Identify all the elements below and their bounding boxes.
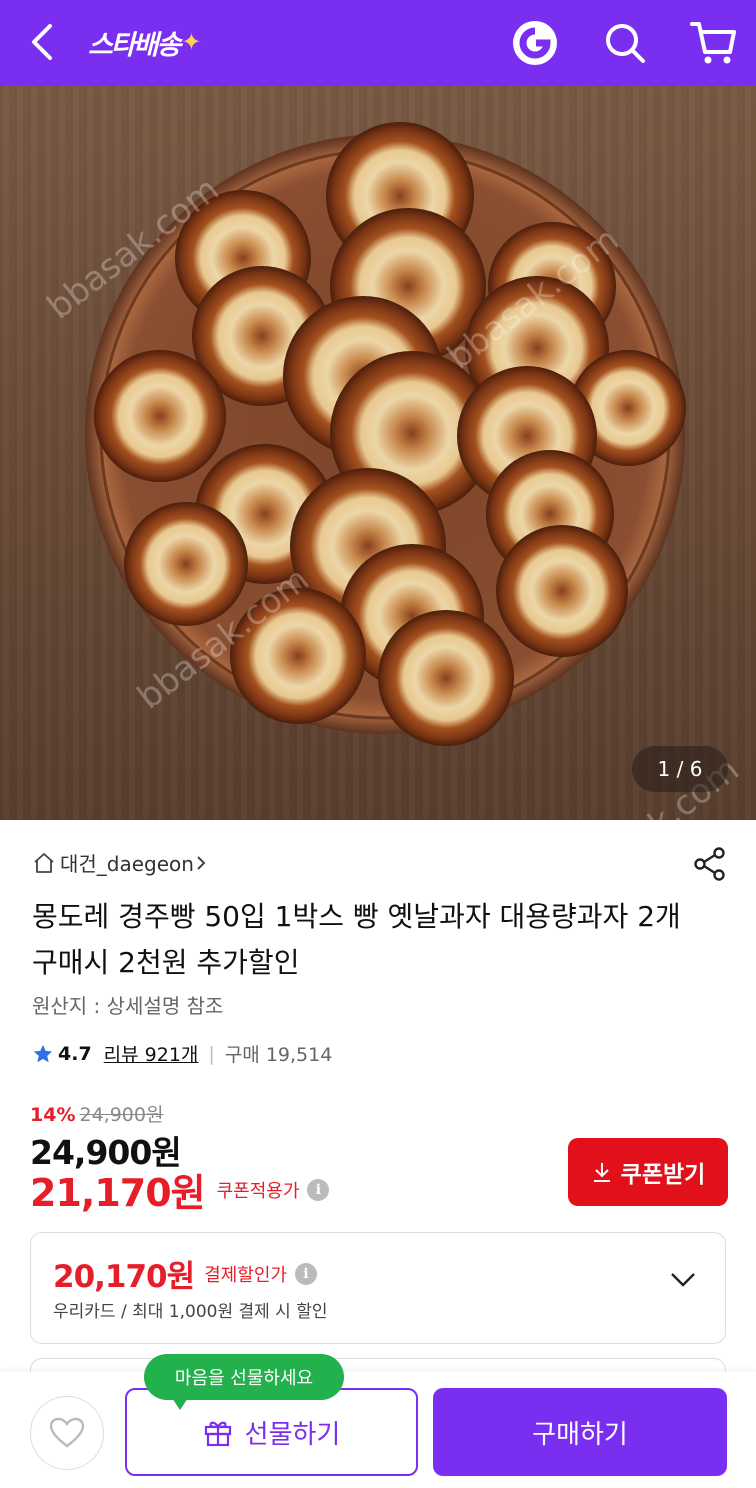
star-delivery-logo[interactable]: 스타배송 ✦ — [88, 22, 201, 62]
top-app-bar: 스타배송 ✦ — [0, 0, 756, 86]
coupon-price: 21,170원 — [30, 1171, 206, 1215]
coupon-price-row: 21,170원 쿠폰적용가 i — [30, 1162, 330, 1217]
seller-link[interactable]: 대건_daegeon — [32, 848, 212, 877]
gmarket-home-button[interactable] — [510, 18, 560, 68]
gift-button[interactable]: 선물하기 — [125, 1388, 418, 1476]
payment-discount-box[interactable]: 20,170원 결제할인가 i 우리카드 / 최대 1,000원 결제 시 할인 — [30, 1232, 726, 1344]
search-button[interactable] — [600, 18, 650, 68]
image-counter: 1 / 6 — [632, 746, 728, 792]
share-icon — [694, 847, 725, 881]
sold-count: 구매 19,514 — [224, 1044, 333, 1066]
sparkle-icon: ✦ — [181, 28, 201, 56]
home-icon — [34, 852, 54, 873]
chevron-down-icon[interactable] — [669, 1269, 697, 1289]
g-logo-icon — [513, 21, 557, 65]
back-button[interactable] — [22, 20, 66, 64]
heart-icon — [49, 1417, 85, 1448]
get-coupon-label: 쿠폰받기 — [620, 1162, 706, 1188]
origin-info: 원산지 : 상세설명 참조 — [32, 994, 224, 1018]
cart-icon — [690, 22, 736, 64]
pay-price-row: 20,170원 결제할인가 i — [53, 1251, 317, 1296]
discount-row: 14% 24,900원 — [30, 1100, 163, 1127]
buy-button[interactable]: 구매하기 — [433, 1388, 727, 1476]
pay-discount-detail: 우리카드 / 최대 1,000원 결제 시 할인 — [53, 1302, 328, 1322]
info-icon[interactable]: i — [294, 1262, 317, 1285]
buy-button-label: 구매하기 — [532, 1419, 628, 1450]
product-photo — [85, 122, 686, 746]
product-title: 몽도레 경주빵 50입 1박스 빵 옛날과자 대용량과자 2개 구매시 2천원 … — [32, 900, 681, 979]
pay-discount-price: 20,170원 — [53, 1259, 195, 1295]
search-icon — [606, 24, 645, 63]
share-button[interactable] — [692, 846, 728, 882]
download-icon — [593, 1163, 610, 1182]
logo-text: 스타배송 — [88, 29, 181, 61]
gift-icon — [204, 1421, 231, 1447]
get-coupon-button[interactable]: 쿠폰받기 — [568, 1138, 728, 1206]
seller-name: 대건_daegeon — [60, 852, 194, 876]
wishlist-button[interactable] — [30, 1396, 104, 1470]
discount-rate: 14% — [30, 1104, 76, 1126]
product-image-carousel[interactable]: bbasak.com bbasak.com bbasak.com bbasak.… — [0, 86, 756, 820]
star-icon — [33, 1044, 53, 1062]
coupon-price-label: 쿠폰적용가 — [216, 1180, 300, 1202]
rating-score: 4.7 — [58, 1042, 92, 1065]
rating-row: 4.7 리뷰 921개 | 구매 19,514 — [32, 1040, 332, 1067]
review-link[interactable]: 리뷰 921개 — [104, 1040, 199, 1067]
pay-discount-label: 결제할인가 — [204, 1264, 287, 1286]
divider: | — [208, 1042, 215, 1065]
original-price: 24,900원 — [79, 1104, 164, 1126]
cart-button[interactable] — [688, 16, 738, 68]
chevron-right-icon — [197, 855, 206, 870]
back-icon — [32, 24, 52, 60]
bottom-action-bar: 선물하기 구매하기 — [0, 1372, 756, 1488]
gift-button-label: 선물하기 — [244, 1419, 341, 1450]
gift-tooltip: 마음을 선물하세요 — [144, 1354, 344, 1410]
info-icon[interactable]: i — [307, 1178, 330, 1201]
